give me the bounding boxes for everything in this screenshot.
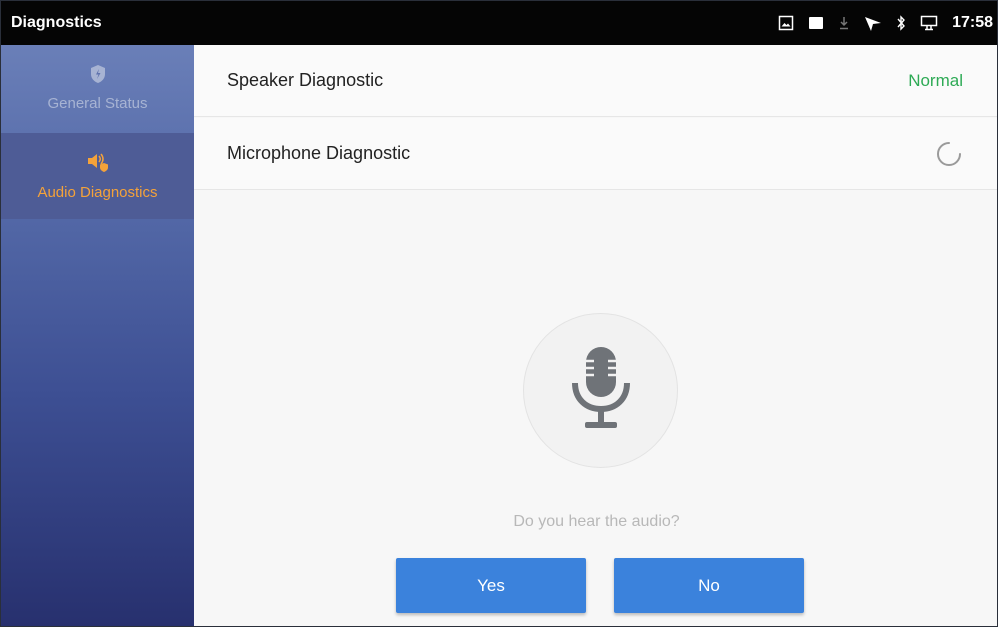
speaker-diagnostic-label: Speaker Diagnostic [227,70,384,90]
sidebar-item-audio-diagnostics[interactable]: Audio Diagnostics [1,133,194,219]
no-button[interactable]: No [614,558,804,613]
yes-button[interactable]: Yes [396,558,586,613]
app-title: Diagnostics [11,14,102,31]
signal-icon [864,14,882,32]
display-icon [920,15,938,31]
main-content: Speaker Diagnostic Normal Microphone Dia… [194,45,997,626]
sidebar-item-label: Audio Diagnostics [37,184,158,201]
sidebar-item-label: General Status [47,95,148,112]
loading-spinner-icon [935,140,963,168]
speaker-diagnostic-row: Speaker Diagnostic Normal [194,45,997,117]
audio-question: Do you hear the audio? [513,513,680,530]
microphone-indicator [523,313,678,468]
microphone-diagnostic-label: Microphone Diagnostic [227,143,411,163]
sidebar: General Status Audio Diagnostics [1,45,194,626]
microphone-diagnostic-row: Microphone Diagnostic [194,118,997,190]
bluetooth-icon [896,15,906,31]
diagnostics-window: Diagnostics 17:58 General Status Audio D… [0,0,998,627]
sidebar-item-general-status[interactable]: General Status [1,45,194,131]
clock: 17:58 [952,14,993,31]
notification-box-icon [808,16,824,30]
speaker-shield-icon [86,151,110,178]
shield-bolt-icon [89,64,107,89]
speaker-status-label: Normal [908,70,963,90]
status-bar: Diagnostics 17:58 [1,1,997,45]
screenshot-icon [778,15,794,31]
download-icon [838,15,850,31]
status-icons: 17:58 [778,1,993,45]
microphone-icon [571,345,631,436]
